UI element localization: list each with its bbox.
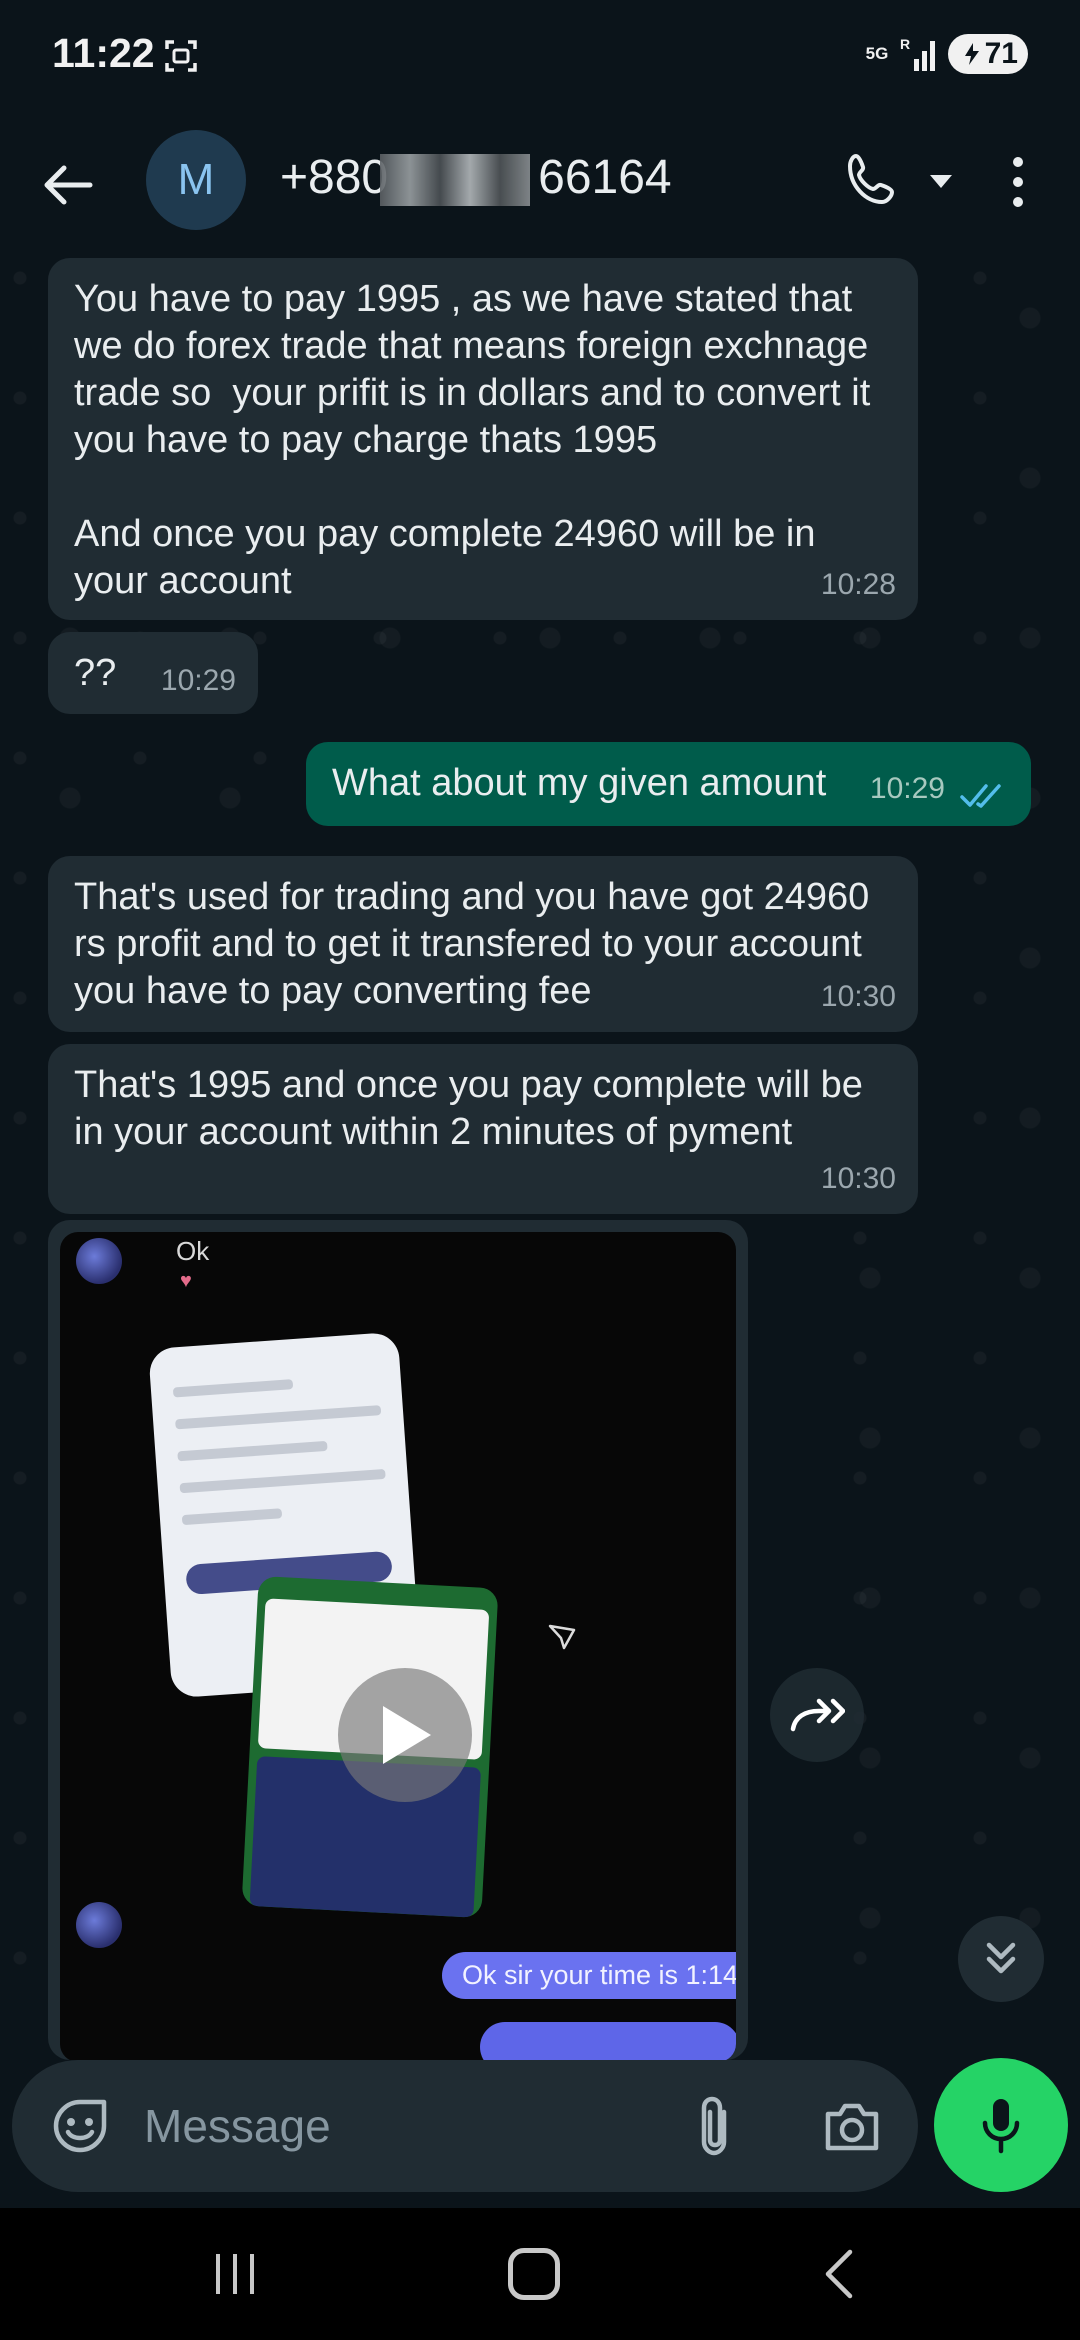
status-bar: 11:22 5G R 71 xyxy=(0,0,1080,110)
attach-icon[interactable] xyxy=(692,2094,736,2158)
charging-icon xyxy=(964,43,979,65)
heart-icon: ♥ xyxy=(180,1270,192,1292)
signal-icon: R xyxy=(900,36,935,71)
video-avatar-icon xyxy=(76,1238,122,1284)
network-type: 5G xyxy=(865,44,889,63)
chat-area[interactable]: You have to pay 1995 , as we have stated… xyxy=(0,258,1080,2060)
screenshot-icon xyxy=(165,40,197,72)
message-text: That's 1995 and once you pay complete wi… xyxy=(74,1064,874,1153)
battery-level: 71 xyxy=(984,37,1018,70)
mic-button[interactable] xyxy=(934,2058,1068,2192)
message-bubble-incoming[interactable]: ?? 10:29 xyxy=(48,632,258,714)
more-vert-icon[interactable] xyxy=(1000,154,1036,210)
play-button[interactable] xyxy=(338,1668,472,1802)
chat-header: M +880 66164 xyxy=(0,110,1080,258)
system-nav-bar xyxy=(0,2208,1080,2340)
message-input[interactable] xyxy=(144,2090,664,2162)
video-thumbnail[interactable]: Ok ♥ Ok sir your time is 1:14 xyxy=(60,1232,736,2060)
nav-recent-icon[interactable] xyxy=(210,2252,260,2296)
nav-home-icon[interactable] xyxy=(508,2248,560,2300)
caret-down-icon[interactable] xyxy=(926,170,956,192)
composer-bar xyxy=(12,2060,918,2192)
double-check-icon xyxy=(960,784,1001,808)
mic-icon xyxy=(982,2099,1020,2154)
message-bubble-incoming[interactable]: That's used for trading and you have got… xyxy=(48,856,918,1032)
video-message[interactable]: Ok ♥ Ok sir your time is 1:14 xyxy=(48,1220,748,2060)
video-overlay-chat: Ok sir your time is 1:14 xyxy=(442,1952,736,1999)
call-icon[interactable] xyxy=(842,150,902,210)
contact-prefix: +880 xyxy=(280,151,389,204)
message-bubble-incoming[interactable]: You have to pay 1995 , as we have stated… xyxy=(48,258,918,620)
message-bubble-outgoing[interactable]: What about my given amount 10:29 xyxy=(306,742,1031,826)
battery-indicator: 71 xyxy=(948,34,1028,74)
forward-button[interactable] xyxy=(770,1668,864,1762)
contact-suffix: 66164 xyxy=(538,151,672,204)
svg-text:R: R xyxy=(900,36,910,52)
video-avatar-icon xyxy=(76,1902,122,1948)
status-indicators: 5G R 71 xyxy=(862,34,1028,74)
redacted-number xyxy=(380,154,530,206)
back-arrow-icon[interactable] xyxy=(40,158,94,212)
video-overlay-text: Ok xyxy=(176,1236,210,1266)
play-icon xyxy=(383,1706,431,1764)
message-text: That's used for trading and you have got… xyxy=(74,876,880,1012)
nav-back-icon[interactable] xyxy=(820,2248,856,2300)
avatar[interactable]: M xyxy=(146,130,246,230)
message-time: 10:28 xyxy=(820,568,896,601)
video-overlay-chat-bubble xyxy=(480,2022,736,2060)
message-bubble-incoming[interactable]: That's 1995 and once you pay complete wi… xyxy=(48,1044,918,1214)
forward-icon xyxy=(790,1698,845,1732)
camera-icon[interactable] xyxy=(822,2098,882,2154)
emoji-icon[interactable] xyxy=(50,2096,110,2156)
send-icon xyxy=(548,1624,576,1650)
scroll-down-button[interactable] xyxy=(958,1916,1044,2002)
message-time: 10:29 xyxy=(869,772,945,805)
status-time: 11:22 xyxy=(52,30,155,76)
message-time: 10:29 xyxy=(160,664,236,697)
message-time: 10:30 xyxy=(820,1162,896,1195)
message-text: You have to pay 1995 , as we have stated… xyxy=(74,278,871,602)
avatar-letter: M xyxy=(177,155,215,204)
message-time: 10:30 xyxy=(820,980,896,1013)
scroll-down-icon xyxy=(986,1942,1016,1974)
